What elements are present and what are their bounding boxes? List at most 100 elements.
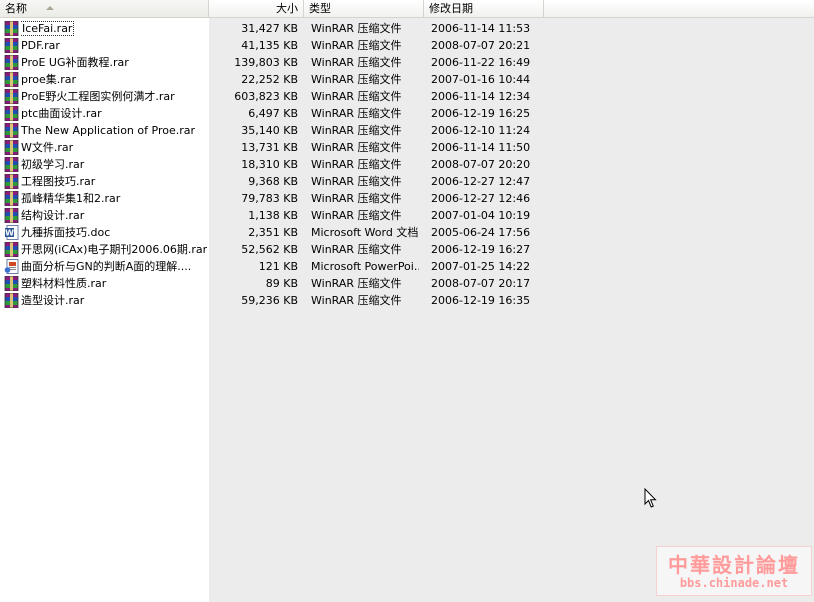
- file-size: 1,138 KB: [248, 209, 298, 222]
- file-name[interactable]: 开思网(iCAx)电子期刊2006.06期.rar: [21, 241, 207, 258]
- file-type: WinRAR 压缩文件: [311, 294, 402, 307]
- file-modified: 2005-06-24 17:56: [431, 226, 531, 239]
- file-row[interactable]: IceFai.rar 31,427 KB WinRAR 压缩文件 2006-11-14…: [0, 20, 814, 37]
- file-name[interactable]: IceFai.rar: [21, 20, 207, 37]
- file-modified: 2006-12-27 12:46: [431, 192, 531, 205]
- file-type: WinRAR 压缩文件: [311, 175, 402, 188]
- file-type: WinRAR 压缩文件: [311, 209, 402, 222]
- file-modified: 2006-12-27 12:47: [431, 175, 531, 188]
- file-row[interactable]: 结构设计.rar 1,138 KB WinRAR 压缩文件 2007-01-04 10…: [0, 207, 814, 224]
- file-name[interactable]: 塑料材料性质.rar: [21, 275, 207, 292]
- file-name[interactable]: 孤峰精华集1和2.rar: [21, 190, 207, 207]
- winrar-icon: [4, 37, 20, 54]
- file-name[interactable]: 九種拆面技巧.doc: [21, 224, 207, 241]
- file-row[interactable]: 曲面分析与GN的判断A面的理解.... 121 KB Microsoft Power…: [0, 258, 814, 275]
- file-size: 31,427 KB: [241, 22, 298, 35]
- forum-watermark: 中華設計論壇 bbs.chinade.net: [656, 546, 812, 596]
- file-modified: 2007-01-25 14:22: [431, 260, 531, 273]
- winrar-icon: [4, 54, 20, 71]
- file-name[interactable]: 造型设计.rar: [21, 292, 207, 309]
- file-row[interactable]: W 九種拆面技巧.doc 2,351 KB Microsoft Word 文档 2005…: [0, 224, 814, 241]
- file-list: IceFai.rar 31,427 KB WinRAR 压缩文件 2006-11-14…: [0, 20, 814, 309]
- file-modified: 2007-01-04 10:19: [431, 209, 531, 222]
- file-type: WinRAR 压缩文件: [311, 56, 402, 69]
- column-header-name[interactable]: 名称: [0, 0, 209, 17]
- file-name[interactable]: ProE UG补面教程.rar: [21, 54, 207, 71]
- watermark-url: bbs.chinade.net: [679, 576, 789, 590]
- winrar-icon: [4, 139, 20, 156]
- file-row[interactable]: proe集.rar 22,252 KB WinRAR 压缩文件 2007-01-16 …: [0, 71, 814, 88]
- file-row[interactable]: W文件.rar 13,731 KB WinRAR 压缩文件 2006-11-14 11…: [0, 139, 814, 156]
- file-size: 59,236 KB: [241, 294, 298, 307]
- column-header-modified-label: 修改日期: [429, 2, 473, 15]
- file-row[interactable]: ptc曲面设计.rar 6,497 KB WinRAR 压缩文件 2006-12-19…: [0, 105, 814, 122]
- file-type: WinRAR 压缩文件: [311, 90, 402, 103]
- file-name[interactable]: The New Application of Proe.rar: [21, 122, 207, 139]
- file-name[interactable]: 初级学习.rar: [21, 156, 207, 173]
- file-row[interactable]: ProE野火工程图实例何满才.rar 603,823 KB WinRAR 压缩文件 2…: [0, 88, 814, 105]
- file-row[interactable]: 孤峰精华集1和2.rar 79,783 KB WinRAR 压缩文件 2006-12-…: [0, 190, 814, 207]
- file-modified: 2006-11-14 11:53: [431, 22, 531, 35]
- sort-ascending-icon: [46, 6, 54, 10]
- file-name[interactable]: proe集.rar: [21, 71, 207, 88]
- winrar-icon: [4, 207, 20, 224]
- file-name[interactable]: 曲面分析与GN的判断A面的理解....: [21, 258, 207, 275]
- file-type: WinRAR 压缩文件: [311, 73, 402, 86]
- file-modified: 2007-01-16 10:44: [431, 73, 531, 86]
- file-size: 79,783 KB: [241, 192, 298, 205]
- file-row[interactable]: The New Application of Proe.rar 35,140 KB…: [0, 122, 814, 139]
- file-type: Microsoft PowerPoi...: [311, 260, 419, 273]
- file-modified: 2006-12-19 16:25: [431, 107, 531, 120]
- file-name[interactable]: ptc曲面设计.rar: [21, 105, 207, 122]
- file-modified: 2006-12-10 11:24: [431, 124, 531, 137]
- file-name[interactable]: ProE野火工程图实例何满才.rar: [21, 88, 207, 105]
- file-size: 2,351 KB: [248, 226, 298, 239]
- winrar-icon: [4, 71, 20, 88]
- file-type: Microsoft Word 文档: [311, 226, 419, 239]
- file-name[interactable]: PDF.rar: [21, 37, 207, 54]
- watermark-title: 中華設計論壇: [668, 553, 800, 577]
- file-size: 603,823 KB: [234, 90, 298, 103]
- file-row[interactable]: 开思网(iCAx)电子期刊2006.06期.rar 52,562 KB WinRAR…: [0, 241, 814, 258]
- winrar-icon: [4, 156, 20, 173]
- file-type: WinRAR 压缩文件: [311, 243, 402, 256]
- file-size: 139,803 KB: [234, 56, 298, 69]
- file-size: 89 KB: [265, 277, 298, 290]
- file-name[interactable]: 工程图技巧.rar: [21, 173, 207, 190]
- file-name[interactable]: W文件.rar: [21, 139, 207, 156]
- column-header-size-label: 大小: [276, 2, 298, 15]
- winrar-icon: [4, 190, 20, 207]
- file-type: WinRAR 压缩文件: [311, 107, 402, 120]
- file-type: WinRAR 压缩文件: [311, 158, 402, 171]
- file-row[interactable]: 初级学习.rar 18,310 KB WinRAR 压缩文件 2008-07-07 2…: [0, 156, 814, 173]
- winrar-icon: [4, 292, 20, 309]
- file-size: 22,252 KB: [241, 73, 298, 86]
- word-doc-icon: W: [4, 224, 20, 241]
- file-row[interactable]: ProE UG补面教程.rar 139,803 KB WinRAR 压缩文件 2006…: [0, 54, 814, 71]
- file-row[interactable]: PDF.rar 41,135 KB WinRAR 压缩文件 2008-07-07 20…: [0, 37, 814, 54]
- file-size: 35,140 KB: [241, 124, 298, 137]
- file-type: WinRAR 压缩文件: [311, 39, 402, 52]
- file-size: 13,731 KB: [241, 141, 298, 154]
- file-type: WinRAR 压缩文件: [311, 192, 402, 205]
- file-size: 52,562 KB: [241, 243, 298, 256]
- file-name[interactable]: 结构设计.rar: [21, 207, 207, 224]
- mouse-pointer-icon: [644, 488, 657, 508]
- column-header-type[interactable]: 类型: [304, 0, 424, 17]
- column-header-size[interactable]: 大小: [209, 0, 304, 17]
- column-header-type-label: 类型: [309, 2, 331, 15]
- file-type: WinRAR 压缩文件: [311, 124, 402, 137]
- file-size: 9,368 KB: [248, 175, 298, 188]
- file-modified: 2008-07-07 20:21: [431, 39, 531, 52]
- file-modified: 2006-12-19 16:27: [431, 243, 531, 256]
- file-modified: 2006-11-14 11:50: [431, 141, 531, 154]
- winrar-icon: [4, 173, 20, 190]
- file-row[interactable]: 造型设计.rar 59,236 KB WinRAR 压缩文件 2006-12-19 1…: [0, 292, 814, 309]
- file-row[interactable]: 塑料材料性质.rar 89 KB WinRAR 压缩文件 2008-07-07 20:…: [0, 275, 814, 292]
- file-modified: 2008-07-07 20:17: [431, 277, 531, 290]
- powerpoint-icon: [4, 258, 20, 275]
- file-row[interactable]: 工程图技巧.rar 9,368 KB WinRAR 压缩文件 2006-12-27 1…: [0, 173, 814, 190]
- column-header-modified[interactable]: 修改日期: [424, 0, 544, 17]
- file-modified: 2006-11-14 12:34: [431, 90, 531, 103]
- winrar-icon: [4, 275, 20, 292]
